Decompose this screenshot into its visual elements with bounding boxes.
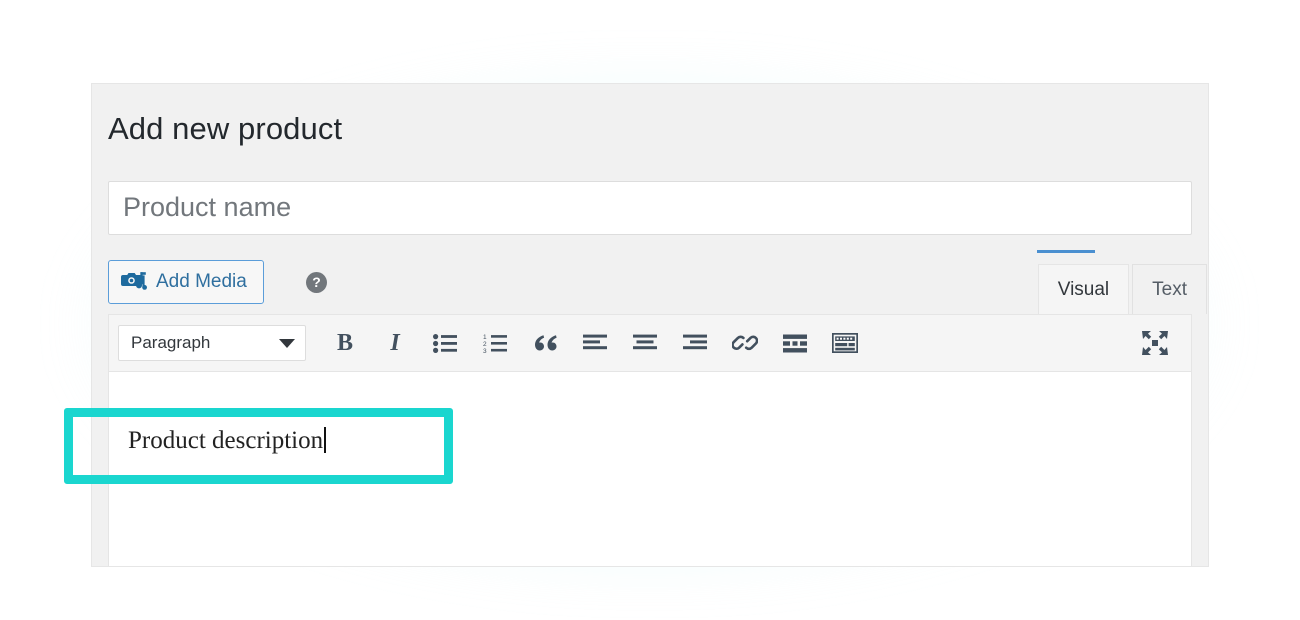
chevron-down-icon (279, 338, 295, 348)
toolbar-toggle-button[interactable] (825, 323, 865, 363)
add-product-panel: Add new product Product name Add Media ?… (92, 84, 1208, 566)
editor-toolbar: Paragraph B I 1 2 3 (109, 315, 1191, 372)
add-media-label: Add Media (156, 271, 247, 292)
paragraph-format-select[interactable]: Paragraph (118, 325, 306, 361)
content-editor: Paragraph B I 1 2 3 Product description (108, 314, 1192, 566)
read-more-button[interactable] (775, 323, 815, 363)
fullscreen-button[interactable] (1135, 323, 1175, 363)
editor-body[interactable]: Product description (109, 372, 1191, 566)
align-left-icon (583, 334, 607, 349)
tab-accent-line (1037, 250, 1095, 253)
italic-button[interactable]: I (375, 323, 415, 363)
align-center-button[interactable] (625, 323, 665, 363)
page-title: Add new product (108, 111, 343, 146)
blockquote-button[interactable] (525, 323, 565, 363)
screenshot-stage: Add new product Product name Add Media ?… (0, 0, 1300, 620)
align-right-button[interactable] (675, 323, 715, 363)
add-media-button[interactable]: Add Media (108, 260, 264, 304)
numbered-list-button[interactable]: 1 2 3 (475, 323, 515, 363)
align-center-icon (633, 334, 657, 349)
blockquote-icon (535, 335, 557, 351)
svg-text:1: 1 (483, 334, 487, 341)
distraction-free-fullscreen-icon (1142, 331, 1168, 355)
tab-text[interactable]: Text (1132, 264, 1207, 314)
editor-mode-tabs: Visual Text (1037, 264, 1207, 314)
help-circle-icon[interactable]: ? (306, 272, 327, 293)
svg-text:2: 2 (483, 341, 487, 348)
numbered-list-icon: 1 2 3 (483, 334, 507, 353)
camera-music-icon (121, 270, 147, 294)
bulleted-list-button[interactable] (425, 323, 465, 363)
align-left-button[interactable] (575, 323, 615, 363)
paragraph-format-value: Paragraph (131, 333, 211, 352)
align-right-icon (683, 334, 707, 349)
tab-visual[interactable]: Visual (1037, 264, 1130, 314)
editor-body-text-value: Product description (128, 427, 324, 454)
text-cursor (324, 427, 327, 453)
link-icon (732, 335, 758, 351)
product-name-placeholder: Product name (123, 192, 292, 222)
bold-button[interactable]: B (325, 323, 365, 363)
editor-body-text: Product description (128, 427, 327, 455)
insert-link-button[interactable] (725, 323, 765, 363)
keyboard-toolbar-toggle-icon (832, 333, 858, 353)
bulleted-list-icon (433, 333, 457, 353)
insert-read-more-icon (783, 334, 807, 352)
svg-text:3: 3 (483, 348, 487, 353)
product-name-input[interactable]: Product name (108, 181, 1192, 235)
